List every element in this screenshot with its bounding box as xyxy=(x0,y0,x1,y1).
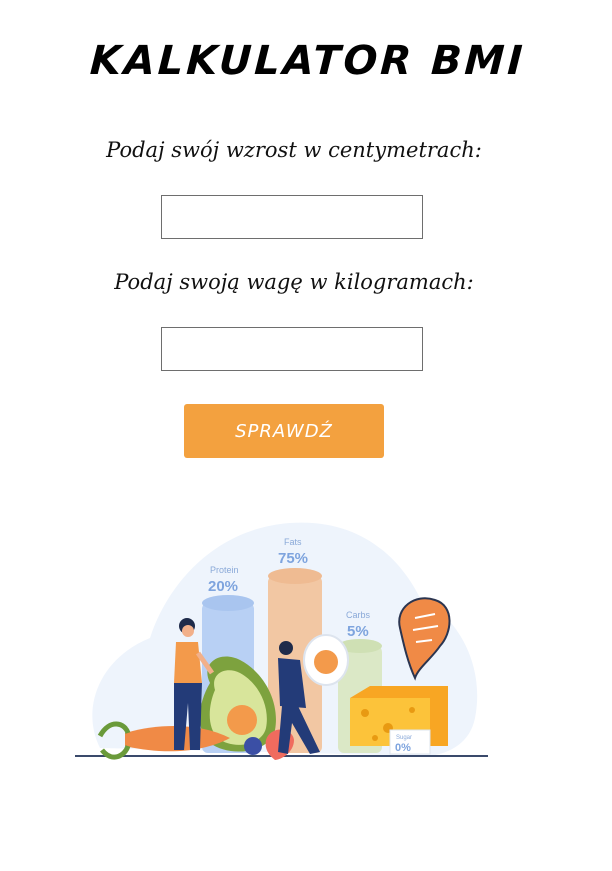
height-input[interactable] xyxy=(161,195,423,239)
height-label: Podaj swój wzrost w centymetrach: xyxy=(106,138,482,162)
fats-value: 75% xyxy=(278,550,308,567)
sugar-label: Sugar xyxy=(396,735,412,741)
protein-bar-top xyxy=(202,595,254,611)
blueberry xyxy=(244,737,262,755)
page-title: KALKULATOR BMI xyxy=(88,38,527,84)
weight-label: Podaj swoją wagę w kilogramach: xyxy=(114,270,474,294)
nutrition-illustration: Protein 20% Fats 75% Carbs 5% Sugar 0% xyxy=(75,522,488,760)
fats-label: Fats xyxy=(284,537,302,547)
sugar-value: 0% xyxy=(395,742,411,754)
carbs-value: 5% xyxy=(347,623,369,640)
weight-input[interactable] xyxy=(161,327,423,371)
carbs-label: Carbs xyxy=(346,610,371,620)
fats-bar-top xyxy=(268,568,322,584)
check-button[interactable]: SPRAWDŹ xyxy=(184,404,384,458)
protein-value: 20% xyxy=(208,578,238,595)
protein-label: Protein xyxy=(210,565,239,575)
